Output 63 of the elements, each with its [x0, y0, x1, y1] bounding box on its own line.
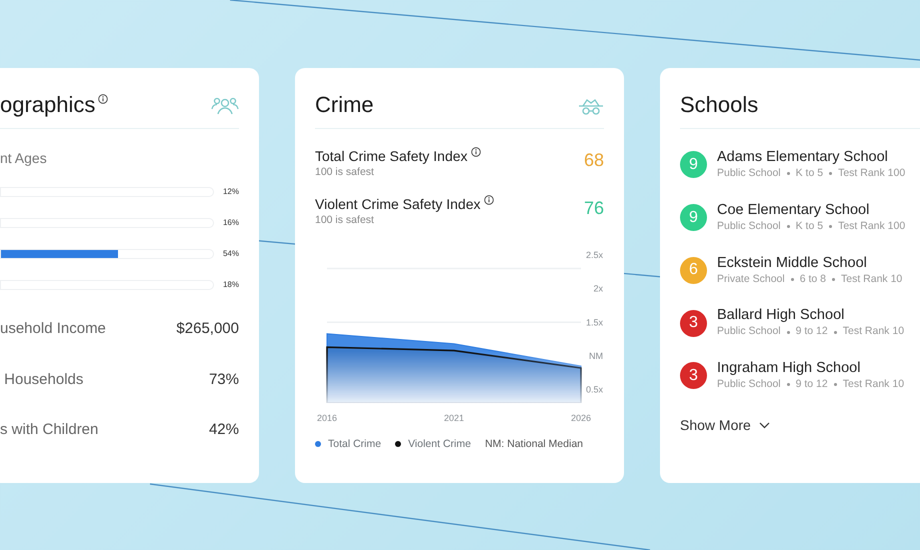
- chevron-down-icon: [758, 422, 770, 429]
- school-name[interactable]: Eckstein Middle School: [717, 254, 902, 272]
- school-grades: 9 to 12: [796, 324, 828, 340]
- school-type: Public School: [717, 218, 781, 234]
- info-icon: [98, 94, 108, 104]
- school-grades: K to 5: [796, 166, 824, 181]
- school-type: Public School: [717, 377, 781, 392]
- stat-label: Households: [3, 370, 84, 390]
- index-label: Violent Crime Safety Index: [315, 194, 494, 213]
- y-tick-label: 1.5x: [586, 316, 603, 327]
- index-note: 100 is safest: [315, 212, 375, 228]
- show-more-button[interactable]: Show More: [680, 414, 770, 436]
- people-icon: [211, 96, 239, 116]
- card-title: Schools: [680, 94, 758, 116]
- age-percent: 16%: [222, 217, 239, 229]
- x-tick-label: 2016: [316, 412, 338, 422]
- spy-glasses-icon: [578, 98, 604, 116]
- info-icon: [470, 147, 481, 157]
- stat-value: 73%: [208, 370, 239, 390]
- school-rank: Test Rank 10: [842, 377, 904, 392]
- age-percent: 12%: [222, 186, 239, 198]
- legend-label: Violent Crime: [408, 436, 471, 452]
- legend-note: NM: National Median: [484, 436, 583, 452]
- school-grades: 9 to 12: [796, 377, 828, 392]
- y-tick-label: 2.5x: [586, 250, 603, 260]
- school-rank: Test Rank 10: [840, 272, 902, 286]
- school-type: Private School: [717, 272, 785, 286]
- x-tick-label: 2021: [444, 412, 464, 422]
- school-rank: Test Rank 100: [838, 218, 906, 234]
- card-title: Crime: [315, 94, 374, 116]
- index-score: 68: [584, 149, 604, 172]
- school-rank: Test Rank 10: [842, 324, 904, 340]
- x-tick-label: 2026: [570, 412, 592, 422]
- school-rank: Test Rank 100: [838, 166, 906, 181]
- stat-label: usehold Income: [0, 319, 106, 339]
- school-name[interactable]: Ingraham High School: [717, 359, 904, 377]
- y-tick-label: 2x: [593, 283, 603, 294]
- school-grades: 6 to 8: [800, 272, 826, 286]
- rating-badge: 6: [680, 256, 707, 284]
- school-name[interactable]: Ballard High School: [717, 306, 904, 324]
- y-tick-label: NM: [589, 350, 603, 360]
- school-type: Public School: [717, 324, 781, 340]
- rating-badge: 3: [680, 310, 707, 337]
- stat-value: 42%: [208, 420, 239, 440]
- school-grades: K to 5: [796, 218, 824, 234]
- stat-label: s with Children: [0, 420, 98, 440]
- section-heading: nt Ages: [0, 149, 48, 168]
- legend-label: Total Crime: [328, 436, 382, 452]
- index-score: 76: [584, 196, 604, 220]
- school-name[interactable]: Coe Elementary School: [717, 200, 906, 219]
- school-name[interactable]: Adams Elementary School: [717, 148, 906, 166]
- index-note: 100 is safest: [315, 165, 375, 180]
- info-icon: [484, 194, 494, 205]
- y-tick-label: 0.5x: [586, 384, 603, 394]
- age-percent: 54%: [222, 248, 239, 260]
- school-type: Public School: [717, 166, 781, 181]
- rating-badge: 9: [680, 151, 707, 178]
- age-percent: 18%: [222, 279, 239, 291]
- card-title: ographics: [0, 94, 108, 116]
- index-label: Total Crime Safety Index: [315, 147, 481, 165]
- rating-badge: 3: [680, 362, 707, 390]
- rating-badge: 9: [680, 204, 707, 232]
- stat-value: $265,000: [176, 319, 239, 339]
